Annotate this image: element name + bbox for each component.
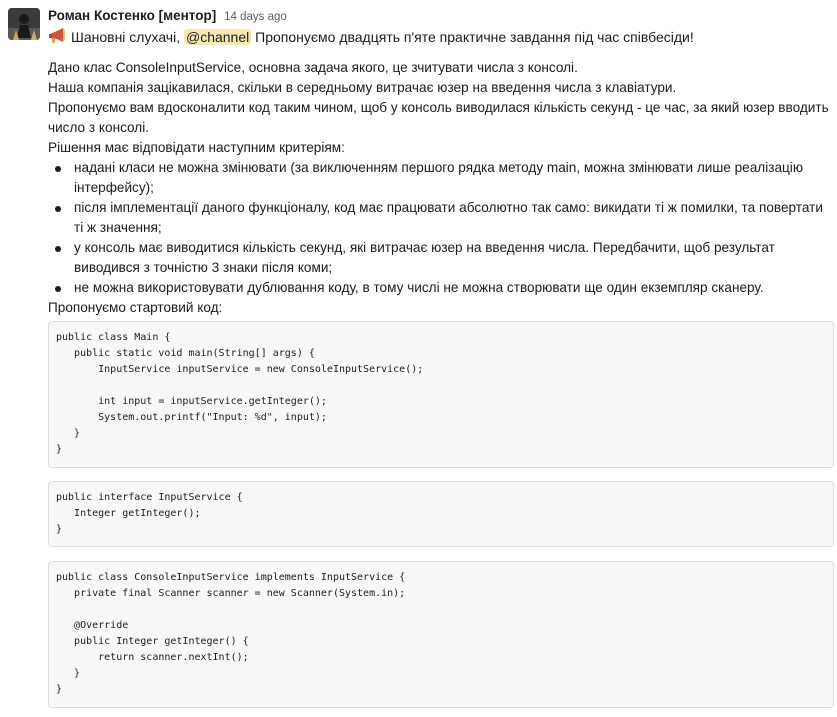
criteria-heading: Рішення має відповідати наступним критер… <box>48 140 345 155</box>
criteria-item: у консоль має виводитися кількість секун… <box>48 238 833 278</box>
criteria-item-text: надані класи не можна змінювати (за викл… <box>74 160 804 195</box>
code-block-main[interactable]: public class Main { public static void m… <box>48 321 834 468</box>
chat-message: Роман Костенко [ментор] 14 days ago Шано… <box>0 0 837 717</box>
bullet-icon <box>55 206 61 212</box>
intro-line: Пропонуємо вам вдосконалити код таким чи… <box>48 100 829 135</box>
criteria-item: не можна використовувати дублювання коду… <box>48 278 833 298</box>
criteria-item-text: у консоль має виводитися кількість секун… <box>74 240 775 275</box>
criteria-item-text: після імплементації даного функціоналу, … <box>74 200 823 235</box>
code-block-console-input-service[interactable]: public class ConsoleInputService impleme… <box>48 561 834 708</box>
greeting-prefix: Шановні слухачі, <box>71 29 181 45</box>
message-header: Роман Костенко [ментор] 14 days ago <box>48 5 833 25</box>
avatar-image <box>8 8 40 40</box>
intro-line: Наша компанія зацікавилася, скільки в се… <box>48 80 677 95</box>
criteria-list: надані класи не можна змінювати (за викл… <box>48 158 833 298</box>
greeting-suffix: Пропонуємо двадцять п'яте практичне завд… <box>255 29 694 45</box>
code-block-input-service[interactable]: public interface InputService { Integer … <box>48 481 834 547</box>
criteria-item-text: не можна використовувати дублювання коду… <box>74 280 764 295</box>
message-body: Дано клас ConsoleInputService, основна з… <box>48 58 833 318</box>
channel-mention[interactable]: @channel <box>183 29 252 45</box>
criteria-item: після імплементації даного функціоналу, … <box>48 198 833 238</box>
bullet-icon <box>55 166 61 172</box>
message-timestamp[interactable]: 14 days ago <box>224 11 287 23</box>
avatar[interactable] <box>8 8 40 40</box>
bullet-icon <box>55 286 61 292</box>
intro-line: Дано клас ConsoleInputService, основна з… <box>48 60 578 75</box>
starter-code-label: Пропонуємо стартовий код: <box>48 300 223 315</box>
bullet-icon <box>55 246 61 252</box>
criteria-item: надані класи не можна змінювати (за викл… <box>48 158 833 198</box>
megaphone-icon <box>48 28 66 44</box>
greeting-line: Шановні слухачі, @channel Пропонуємо два… <box>48 26 833 48</box>
message-content: Роман Костенко [ментор] 14 days ago Шано… <box>48 5 833 318</box>
author-name[interactable]: Роман Костенко [ментор] <box>48 8 216 23</box>
